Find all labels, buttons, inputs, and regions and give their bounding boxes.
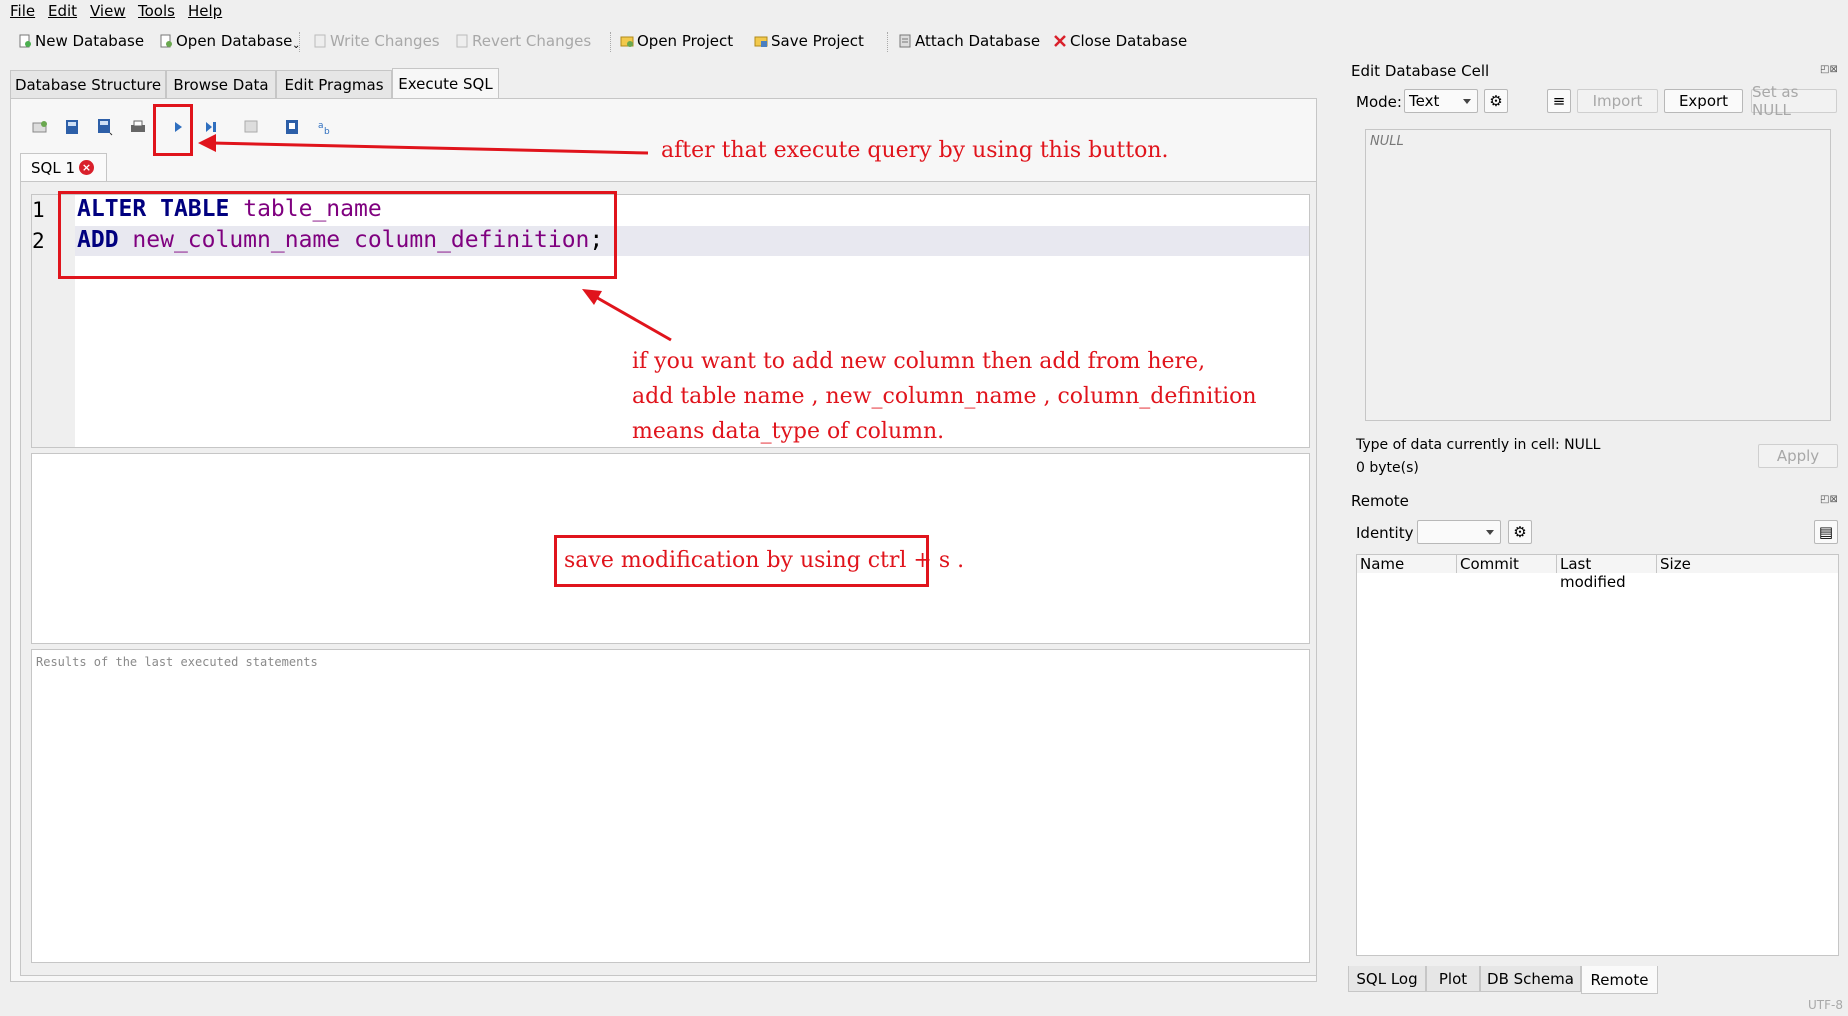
save-project-icon [754, 36, 768, 47]
save-sql-file-icon[interactable] [94, 118, 116, 136]
open-database-icon [160, 34, 172, 48]
tab-execute-sql[interactable]: Execute SQL [392, 68, 499, 98]
column-header-commit[interactable]: Commit [1457, 555, 1557, 573]
menu-view[interactable]: View [90, 2, 126, 20]
chevron-down-icon [1486, 530, 1494, 535]
line-number: 2 [32, 229, 45, 253]
mode-label: Mode: [1356, 93, 1402, 111]
close-database-icon [1054, 35, 1066, 47]
open-sql-file-icon[interactable] [61, 118, 83, 136]
open-database-button[interactable]: Open Database [159, 32, 292, 50]
column-header-size[interactable]: Size [1657, 555, 1838, 573]
close-tab-icon[interactable]: × [79, 160, 94, 175]
attach-database-icon [899, 34, 911, 48]
column-header-last-modified[interactable]: Last modified [1557, 555, 1657, 591]
import-button[interactable]: Import [1577, 89, 1658, 113]
annotation-execute-text: after that execute query by using this b… [661, 138, 1169, 163]
edit-cell-title: Edit Database Cell [1351, 62, 1490, 80]
revert-changes-button[interactable]: Revert Changes [455, 32, 591, 50]
cell-type-info: Type of data currently in cell: NULL [1356, 437, 1601, 453]
word-wrap-icon[interactable]: ≡ [1547, 89, 1571, 113]
find-replace-icon[interactable]: ab [314, 118, 336, 136]
write-changes-icon [314, 34, 326, 48]
save-results-view-icon[interactable] [281, 118, 303, 136]
tab-db-schema[interactable]: DB Schema [1480, 966, 1581, 992]
menu-file[interactable]: File [10, 2, 35, 20]
identity-label: Identity [1356, 524, 1414, 542]
tab-edit-pragmas[interactable]: Edit Pragmas [276, 70, 392, 98]
open-project-button[interactable]: Open Project [620, 32, 733, 50]
menu-edit[interactable]: Edit [48, 2, 77, 20]
remote-file-table[interactable] [1356, 554, 1839, 956]
annotation-add-line1: if you want to add new column then add f… [632, 349, 1206, 374]
annotation-execute-box [153, 104, 193, 156]
tab-database-structure[interactable]: Database Structure [10, 70, 166, 98]
revert-changes-icon [456, 34, 468, 48]
write-changes-button[interactable]: Write Changes [313, 32, 440, 50]
close-database-button[interactable]: Close Database [1053, 32, 1187, 50]
annotation-add-line2: add table name , new_column_name , colum… [632, 384, 1257, 409]
save-project-button[interactable]: Save Project [754, 32, 864, 50]
remote-title: Remote [1351, 492, 1409, 510]
apply-button[interactable]: Apply [1758, 444, 1838, 468]
identity-select[interactable] [1417, 520, 1501, 544]
toolbar-separator [610, 32, 613, 52]
annotation-code-box [58, 191, 617, 279]
annotation-add-line3: means data_type of column. [632, 419, 945, 444]
execute-current-line-icon[interactable] [200, 118, 222, 136]
menu-help[interactable]: Help [188, 2, 222, 20]
new-database-button[interactable]: New Database [18, 32, 144, 50]
dock-float-close-icon[interactable]: ◰⊠ [1820, 494, 1838, 505]
annotation-save-text: save modification by using ctrl + s . [564, 548, 965, 573]
open-project-icon [620, 36, 634, 47]
tab-plot[interactable]: Plot [1426, 966, 1480, 992]
mode-select[interactable]: Text [1404, 89, 1478, 113]
results-placeholder: Results of the last executed statements [36, 655, 318, 669]
column-header-name[interactable]: Name [1357, 555, 1457, 573]
toolbar-separator [299, 32, 302, 52]
cell-size-info: 0 byte(s) [1356, 460, 1419, 476]
menu-tools[interactable]: Tools [138, 2, 175, 20]
stop-execution-icon[interactable] [241, 118, 263, 136]
chevron-down-icon [1463, 99, 1471, 104]
encoding-status: UTF-8 [1808, 998, 1843, 1012]
print-icon[interactable] [127, 118, 149, 136]
tab-remote[interactable]: Remote [1581, 966, 1658, 994]
svg-text:a: a [318, 121, 324, 131]
export-button[interactable]: Export [1664, 89, 1743, 113]
set-as-null-button[interactable]: Set as NULL [1751, 83, 1837, 119]
tab-browse-data[interactable]: Browse Data [166, 70, 276, 98]
tab-sql-log[interactable]: SQL Log [1348, 966, 1426, 992]
push-database-icon[interactable]: ▤ [1814, 520, 1838, 544]
attach-database-button[interactable]: Attach Database [898, 32, 1040, 50]
menu-bar: File Edit View Tools Help [0, 0, 1848, 24]
dock-float-close-icon[interactable]: ◰⊠ [1820, 64, 1838, 75]
null-placeholder: NULL [1370, 134, 1404, 149]
auto-format-gear-icon[interactable]: ⚙ [1484, 89, 1508, 113]
svg-text:b: b [324, 127, 330, 135]
results-pane [31, 649, 1310, 963]
cell-editor[interactable] [1365, 129, 1831, 421]
main-toolbar: New Database Open Database ⌄ Write Chang… [0, 26, 1848, 58]
new-database-icon [19, 34, 31, 48]
toolbar-separator [887, 32, 890, 52]
line-number: 1 [32, 198, 45, 222]
open-tab-icon[interactable] [29, 118, 51, 136]
sql-editor-tab[interactable]: SQL 1 × [20, 153, 107, 181]
identity-settings-gear-icon[interactable]: ⚙ [1508, 520, 1532, 544]
